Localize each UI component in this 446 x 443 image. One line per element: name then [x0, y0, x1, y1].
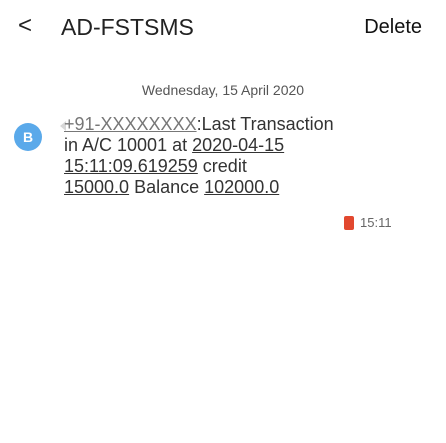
time-link[interactable]: 15:11:09.619259	[64, 156, 198, 176]
message-text: in A/C 10001 at	[64, 135, 193, 155]
message-line-4: 15000.0 Balance 102000.0	[64, 177, 374, 198]
sender-avatar[interactable]: B	[14, 123, 42, 151]
date-link[interactable]: 2020-04-15	[192, 135, 284, 155]
message-text: Balance	[129, 177, 205, 197]
message-time: 15:11	[360, 215, 392, 230]
message-text: credit	[197, 156, 247, 176]
message-line-2: in A/C 10001 at 2020-04-15	[64, 135, 374, 156]
conversation-title: AD-FSTSMS	[61, 14, 194, 40]
balance-link[interactable]: 102000.0	[204, 177, 279, 197]
message-line-3: 15:11:09.619259 credit	[64, 156, 374, 177]
message-text: :Last Transaction	[196, 114, 334, 134]
app-header: < AD-FSTSMS Delete	[0, 0, 446, 56]
avatar-letter: B	[22, 129, 34, 145]
date-separator: Wednesday, 15 April 2020	[141, 82, 305, 98]
sender-number-link[interactable]: +91-XXXXXXXX	[64, 114, 197, 134]
message-line-1: +91-XXXXXXXX:Last Transaction	[64, 114, 374, 135]
chevron-left-icon[interactable]: <	[18, 12, 32, 40]
message-bubble[interactable]: +91-XXXXXXXX:Last Transaction in A/C 100…	[64, 114, 374, 198]
amount-link[interactable]: 15000.0	[64, 177, 129, 197]
message-meta: 15:11	[344, 215, 392, 230]
sim-card-icon	[344, 215, 354, 230]
delete-button[interactable]: Delete	[364, 14, 422, 40]
